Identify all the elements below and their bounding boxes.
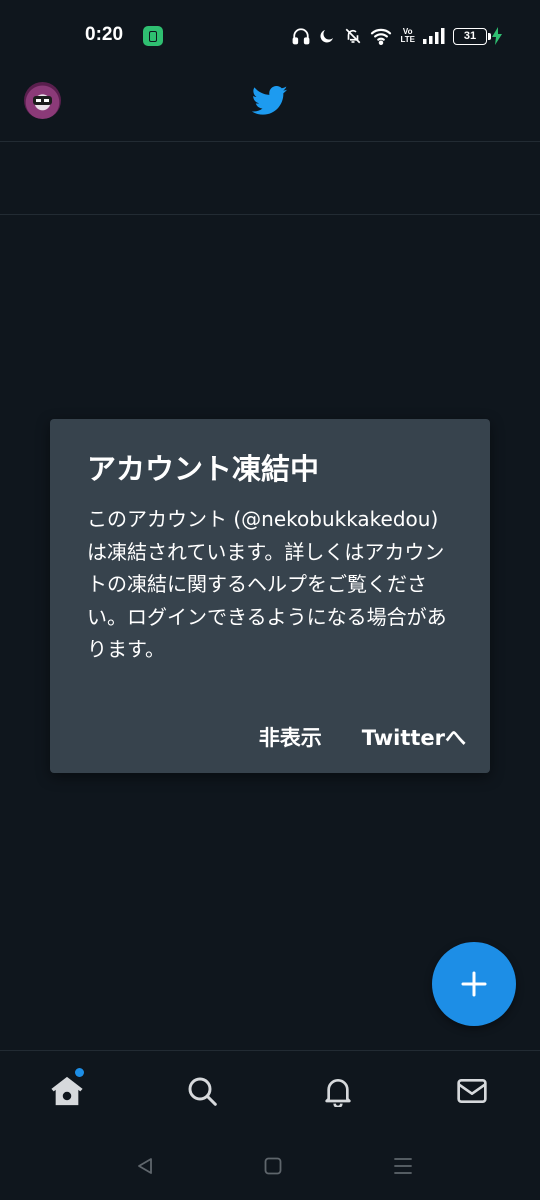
dialog-message: このアカウント (@nekobukkakedou) は凍結されています。詳しくは… [87, 507, 447, 661]
system-menu-button[interactable] [391, 1154, 415, 1178]
compose-tweet-button[interactable] [432, 942, 516, 1026]
dismiss-button[interactable]: 非表示 [259, 722, 322, 752]
notifications-icon [325, 1079, 351, 1107]
status-time: 0:20 [85, 24, 124, 45]
dialog-title: アカウント凍結中 [87, 452, 320, 486]
charging-bolt-icon [492, 27, 502, 45]
status-bar: 0:20 Vo LTE 31 [0, 0, 540, 72]
header-divider [0, 214, 540, 215]
volte-indicator: Vo LTE [400, 28, 415, 44]
account-suspended-dialog: アカウント凍結中 このアカウント (@nekobukkakedou) は凍結され… [50, 419, 490, 773]
plus-icon [461, 971, 487, 997]
app-header [0, 72, 540, 142]
system-home-button[interactable] [261, 1154, 285, 1178]
bell-muted-icon [346, 28, 361, 44]
battery-icon: 31 [453, 27, 491, 45]
wifi-icon [371, 28, 392, 45]
go-to-twitter-button[interactable]: Twitterへ [362, 722, 466, 752]
signal-icon [423, 28, 445, 44]
nav-messages[interactable] [452, 1071, 492, 1111]
nav-search[interactable] [182, 1071, 222, 1111]
twitter-bird-icon [252, 86, 288, 115]
menu-lines-icon [394, 1158, 412, 1174]
status-icons: Vo LTE 31 [292, 26, 502, 46]
do-not-disturb-moon-icon [320, 30, 334, 43]
app-notification-icon [143, 26, 163, 46]
back-triangle-icon [138, 1158, 152, 1174]
volte-bottom-label: LTE [400, 35, 415, 44]
nav-home[interactable] [47, 1071, 87, 1111]
home-icon [51, 1076, 83, 1106]
home-square-icon [264, 1157, 282, 1175]
battery-level: 31 [463, 30, 477, 42]
profile-avatar[interactable] [24, 82, 61, 119]
dialog-actions: 非表示 Twitterへ [259, 719, 466, 755]
bottom-nav [0, 1050, 540, 1132]
headphones-icon [293, 28, 310, 45]
nav-notifications[interactable] [318, 1071, 358, 1111]
home-notification-dot [75, 1068, 84, 1077]
messages-icon [457, 1079, 487, 1103]
search-icon [188, 1077, 217, 1106]
system-nav-bar [0, 1132, 540, 1200]
system-back-button[interactable] [133, 1154, 157, 1178]
